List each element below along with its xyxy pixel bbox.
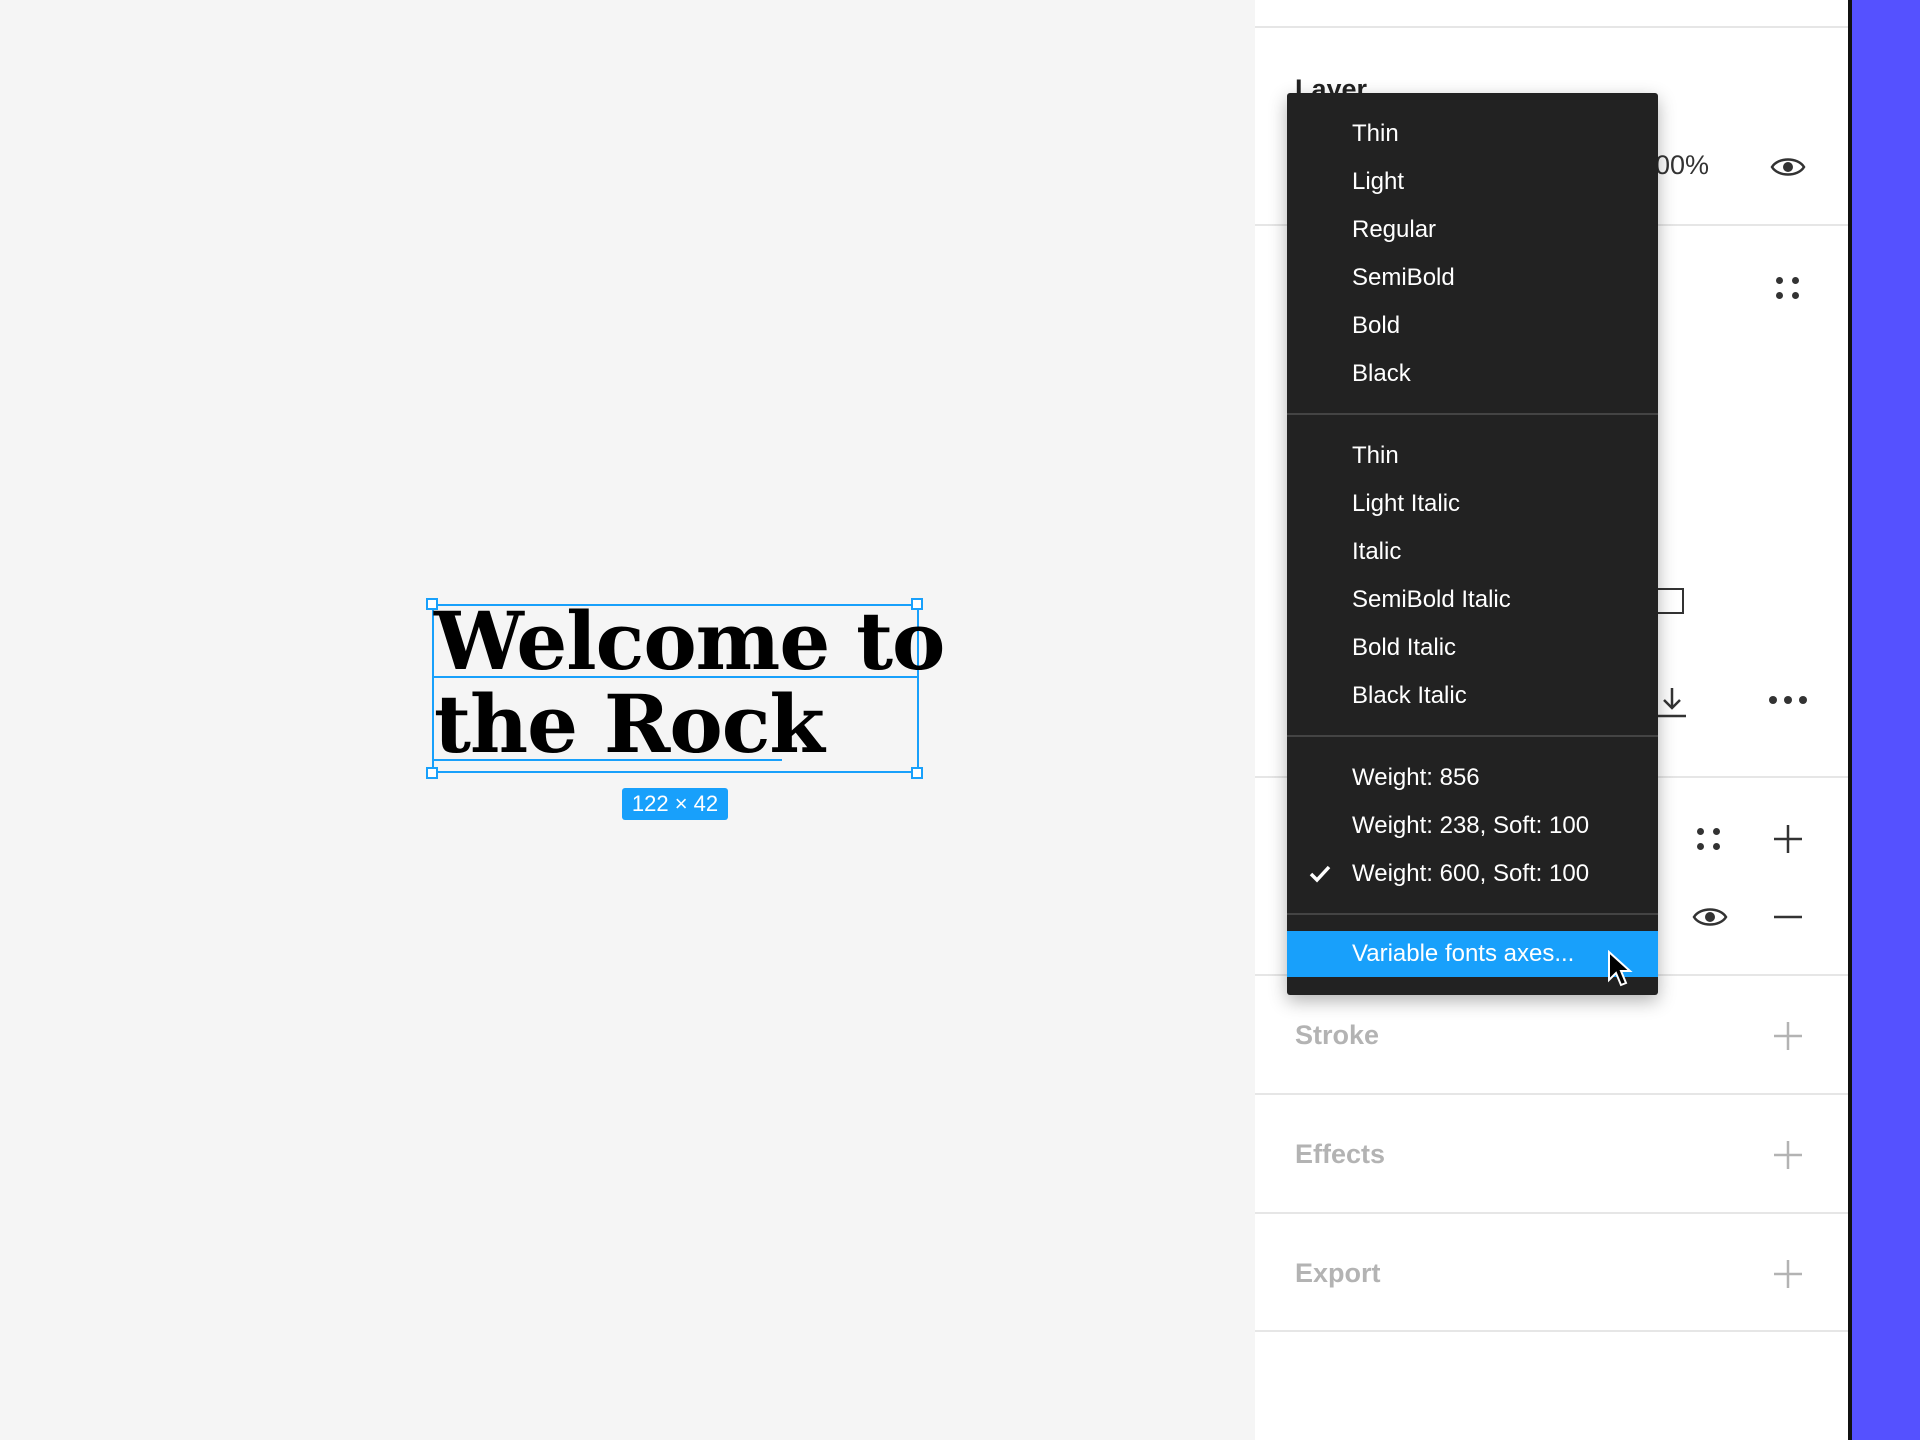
menu-item-weight-238-soft-100[interactable]: Weight: 238, Soft: 100 — [1287, 802, 1658, 850]
menu-item-regular[interactable]: Regular — [1287, 206, 1658, 254]
stroke-heading: Stroke — [1295, 1020, 1380, 1050]
checkmark-icon — [1309, 850, 1333, 898]
menu-separator — [1287, 413, 1658, 415]
accent-strip — [1852, 0, 1920, 1440]
menu-item-black-italic[interactable]: Black Italic — [1287, 672, 1658, 720]
menu-item-thin[interactable]: Thin — [1287, 110, 1658, 158]
effects-heading: Effects — [1295, 1139, 1386, 1169]
canvas-text-layer[interactable]: Welcome to the Rock — [434, 600, 954, 766]
plus-icon[interactable] — [1772, 1139, 1804, 1171]
section-divider — [1255, 26, 1848, 28]
dimensions-badge: 122 × 42 — [622, 788, 728, 820]
minus-icon[interactable] — [1772, 902, 1804, 932]
section-divider — [1255, 1330, 1848, 1332]
download-icon[interactable] — [1656, 686, 1688, 718]
export-heading: Export — [1295, 1258, 1381, 1288]
variable-font-axes-button[interactable]: Variable fonts axes... — [1287, 931, 1658, 977]
eye-icon[interactable] — [1770, 150, 1806, 184]
frame-toggle[interactable] — [1656, 588, 1684, 614]
eye-icon[interactable] — [1690, 902, 1730, 932]
menu-item-bold-italic[interactable]: Bold Italic — [1287, 624, 1658, 672]
drag-handle-icon[interactable] — [1772, 272, 1804, 304]
menu-item-semibold-italic[interactable]: SemiBold Italic — [1287, 576, 1658, 624]
cursor-icon — [1607, 949, 1633, 988]
menu-item-bold[interactable]: Bold — [1287, 302, 1658, 350]
plus-icon[interactable] — [1772, 1020, 1804, 1052]
resize-handle-bottom-right[interactable] — [911, 767, 923, 779]
menu-item-weight-600-soft-100[interactable]: Weight: 600, Soft: 100 — [1287, 850, 1658, 898]
drag-handle-icon[interactable] — [1693, 823, 1725, 855]
menu-item-light[interactable]: Light — [1287, 158, 1658, 206]
font-style-menu: Thin Light Regular SemiBold Bold Black T… — [1287, 93, 1658, 995]
plus-icon[interactable] — [1772, 823, 1804, 855]
menu-separator — [1287, 735, 1658, 737]
section-divider — [1255, 1212, 1848, 1214]
menu-item-black[interactable]: Black — [1287, 350, 1658, 398]
menu-item-thin-italic-group[interactable]: Thin — [1287, 432, 1658, 480]
menu-item-weight-856[interactable]: Weight: 856 — [1287, 754, 1658, 802]
plus-icon[interactable] — [1772, 1258, 1804, 1290]
section-divider — [1255, 1093, 1848, 1095]
menu-item-semibold[interactable]: SemiBold — [1287, 254, 1658, 302]
menu-separator — [1287, 913, 1658, 915]
menu-item-label: Weight: 600, Soft: 100 — [1352, 860, 1590, 887]
menu-item-light-italic[interactable]: Light Italic — [1287, 480, 1658, 528]
more-icon[interactable] — [1766, 686, 1810, 714]
menu-item-italic[interactable]: Italic — [1287, 528, 1658, 576]
